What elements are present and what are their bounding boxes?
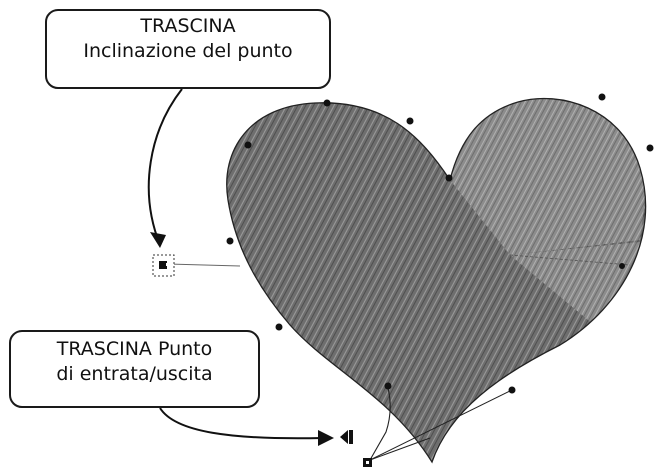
control-node[interactable]	[598, 93, 606, 101]
callout-arrow-bottom	[159, 407, 324, 440]
callout-entry-exit-line2: di entrata/uscita	[56, 363, 213, 385]
callout-stitch-angle: TRASCINA Inclinazione del punto	[45, 9, 331, 89]
control-node[interactable]	[323, 99, 331, 107]
travel-path-2	[369, 437, 431, 461]
angle-handle-icon[interactable]	[152, 254, 175, 277]
control-node[interactable]	[508, 386, 516, 394]
control-node[interactable]	[384, 382, 392, 390]
angle-handle-line	[167, 263, 241, 267]
callout-stitch-angle-line1: TRASCINA	[140, 15, 236, 37]
control-node[interactable]	[226, 237, 234, 245]
callout-arrow-top	[147, 88, 183, 246]
callout-entry-exit-line1: TRASCINA Punto	[56, 338, 213, 360]
entry-point-icon[interactable]	[340, 430, 353, 444]
control-node[interactable]	[275, 323, 283, 331]
arrow-head-top	[150, 232, 166, 248]
control-node[interactable]	[406, 117, 414, 125]
control-node[interactable]	[646, 144, 654, 152]
exit-point-icon[interactable]	[363, 458, 372, 467]
arrow-head-bottom	[318, 430, 334, 446]
control-node[interactable]	[445, 174, 453, 182]
control-node[interactable]	[244, 141, 252, 149]
callout-entry-exit: TRASCINA Punto di entrata/uscita	[9, 330, 260, 408]
heart-fill[interactable]	[200, 80, 655, 468]
callout-stitch-angle-line2: Inclinazione del punto	[83, 40, 293, 62]
control-node[interactable]	[619, 263, 625, 269]
